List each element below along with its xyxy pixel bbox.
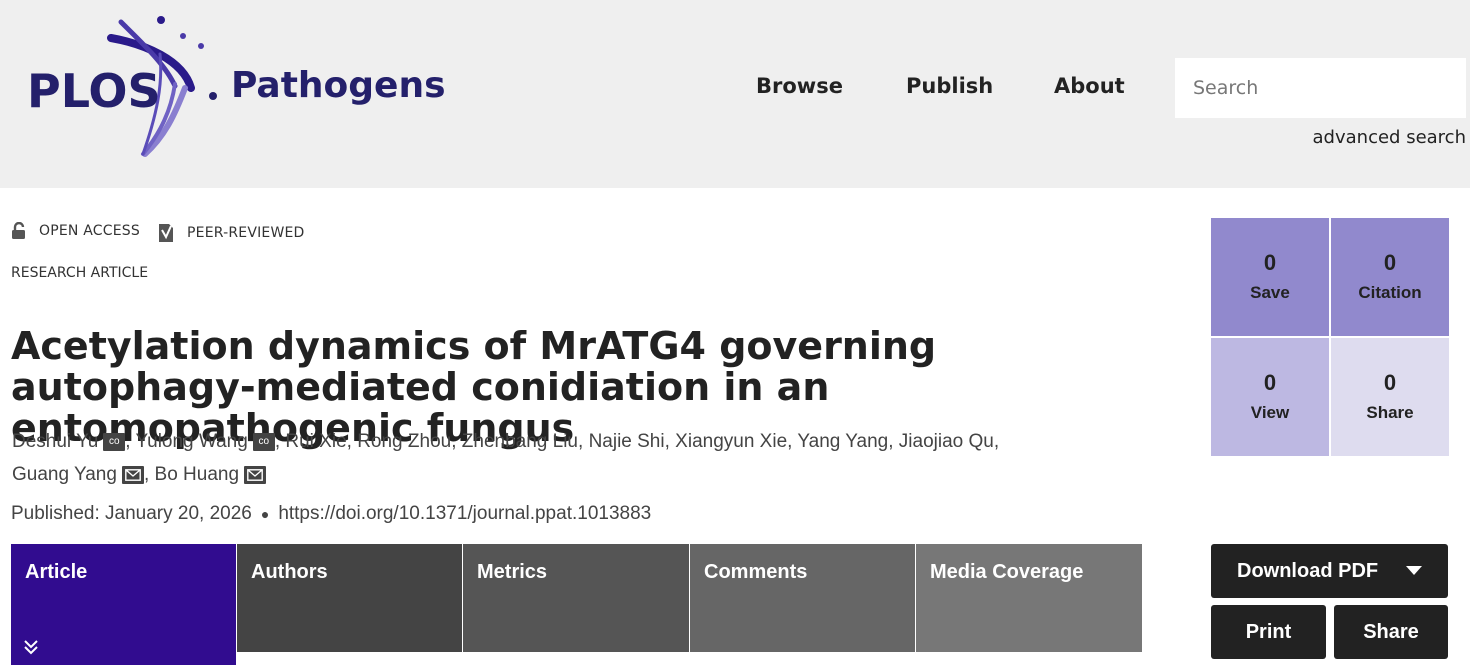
tab-metrics-label: Metrics	[477, 561, 548, 583]
logo-plos-text: PLOS	[27, 64, 161, 118]
author-name[interactable]: Bo Huang	[155, 464, 267, 485]
author-name-text: Yang Yang	[797, 431, 889, 452]
author-name-text: Deshui Yu	[12, 431, 99, 452]
metric-citation[interactable]: 0 Citation	[1331, 218, 1449, 336]
metric-save[interactable]: 0 Save	[1211, 218, 1329, 336]
author-name-text: Najie Shi	[588, 431, 665, 452]
plos-pathogens-logo[interactable]: PLOS Pathogens	[25, 14, 455, 162]
tab-article[interactable]: Article	[11, 544, 236, 665]
nav-about[interactable]: About	[1054, 74, 1125, 98]
open-access-label: OPEN ACCESS	[39, 223, 140, 239]
doi-link[interactable]: https://doi.org/10.1371/journal.ppat.101…	[278, 503, 651, 524]
article-type: RESEARCH ARTICLE	[11, 265, 149, 281]
contributed-equally-icon[interactable]: co	[252, 432, 275, 451]
author-list: Deshui Yu co, Yulong Wang co, Rui Xie, Ron…	[12, 431, 1000, 485]
tab-article-label: Article	[25, 561, 88, 583]
author-name-text: Xiangyun Xie	[675, 431, 788, 452]
article-metrics: 0 Save 0 Citation 0 View 0 Share	[1211, 218, 1450, 457]
site-header: PLOS Pathogens Browse Publish About adva…	[0, 0, 1470, 188]
share-button[interactable]: Share	[1334, 605, 1448, 659]
metric-share[interactable]: 0 Share	[1331, 338, 1449, 456]
print-label: Print	[1245, 620, 1292, 643]
author-name-text: Bo Huang	[154, 464, 240, 485]
author-name[interactable]: Rong Zhou	[357, 431, 451, 452]
author-name[interactable]: Rui Xie	[285, 431, 346, 452]
print-button[interactable]: Print	[1211, 605, 1326, 659]
tab-comments[interactable]: Comments	[690, 544, 915, 652]
caret-down-icon[interactable]	[1406, 566, 1422, 576]
author-name[interactable]: Najie Shi	[589, 431, 665, 452]
tab-metrics[interactable]: Metrics	[463, 544, 689, 652]
tab-comments-label: Comments	[704, 561, 808, 583]
double-chevron-down-icon	[24, 640, 38, 655]
author-name-text: Jiaojiao Qu	[898, 431, 994, 452]
author-name-text: Yulong Wang	[135, 431, 248, 452]
author-name[interactable]: Zhenbang Liu	[462, 431, 578, 452]
tab-media-coverage-label: Media Coverage	[930, 561, 1084, 583]
contributed-equally-icon[interactable]: co	[103, 432, 126, 451]
tab-authors[interactable]: Authors	[237, 544, 462, 652]
metric-view[interactable]: 0 View	[1211, 338, 1329, 456]
peer-reviewed-badge[interactable]: PEER-REVIEWED	[157, 222, 305, 244]
author-name[interactable]: Yang Yang	[797, 431, 888, 452]
article-tabs: Article Authors Metrics Comments Media C…	[11, 544, 1142, 665]
nav-browse[interactable]: Browse	[756, 74, 843, 98]
download-pdf-button[interactable]: Download PDF	[1211, 544, 1448, 598]
download-pdf-label: Download PDF	[1237, 559, 1379, 582]
metric-citation-label: Citation	[1358, 283, 1422, 302]
metric-view-label: View	[1250, 403, 1290, 422]
open-access-badge[interactable]: OPEN ACCESS	[11, 222, 140, 240]
nav-publish[interactable]: Publish	[906, 74, 993, 98]
metric-save-value: 0	[1263, 250, 1277, 275]
unlock-icon	[12, 222, 25, 239]
author-name-text: Rong Zhou	[357, 431, 452, 452]
publication-info: Published: January 20, 2026 ● https://doi.…	[11, 503, 652, 524]
author-name[interactable]: Jiaojiao Qu	[899, 431, 994, 452]
author-name[interactable]: Deshui Yu co	[12, 431, 126, 452]
metric-share-value: 0	[1383, 370, 1397, 395]
email-icon[interactable]	[244, 465, 267, 484]
author-name[interactable]: Yulong Wang co	[136, 431, 275, 452]
tab-authors-label: Authors	[251, 561, 328, 583]
author-name-text: Rui Xie	[285, 431, 347, 452]
published-date: Published: January 20, 2026	[11, 503, 252, 524]
advanced-search-link[interactable]: advanced search	[1313, 127, 1466, 148]
metric-share-label: Share	[1366, 403, 1414, 422]
email-icon[interactable]	[121, 465, 144, 484]
tab-media-coverage[interactable]: Media Coverage	[916, 544, 1142, 652]
author-name[interactable]: Guang Yang	[12, 464, 144, 485]
metric-view-value: 0	[1263, 370, 1277, 395]
metric-save-label: Save	[1250, 283, 1290, 302]
author-name-text: Guang Yang	[12, 464, 117, 485]
author-name[interactable]: Xiangyun Xie	[675, 431, 787, 452]
metric-citation-value: 0	[1383, 250, 1397, 275]
author-name-text: Zhenbang Liu	[461, 431, 578, 452]
peer-reviewed-icon	[159, 224, 173, 242]
share-label: Share	[1363, 620, 1419, 643]
peer-reviewed-label: PEER-REVIEWED	[187, 225, 305, 241]
search-input[interactable]	[1175, 58, 1466, 118]
logo-journal-text: Pathogens	[231, 65, 446, 106]
